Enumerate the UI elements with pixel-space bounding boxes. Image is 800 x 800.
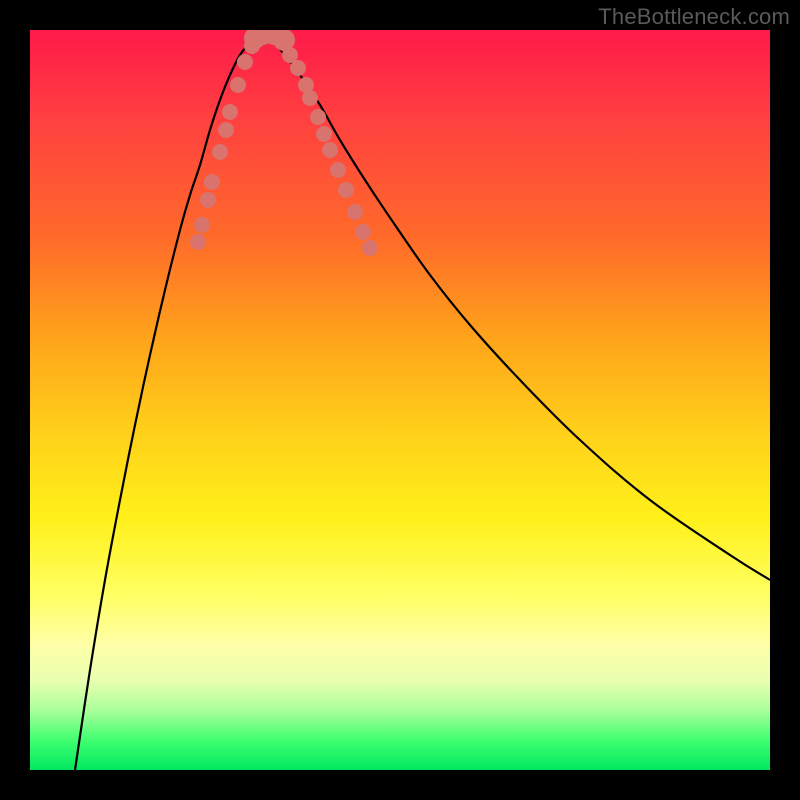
dots-left-point [230,77,246,93]
bottom-dots-point [273,30,295,51]
dots-left-point [200,192,216,208]
dots-left-point [212,144,228,160]
dots-right-point [362,240,378,256]
chart-svg [30,30,770,770]
dots-right-point [316,126,332,142]
chart-frame: TheBottleneck.com [0,0,800,800]
dots-right-point [310,109,326,125]
right-curve [260,35,770,580]
dots-right-point [355,224,371,240]
watermark-text: TheBottleneck.com [598,4,790,30]
dots-left-point [222,104,238,120]
dots-left-point [218,122,234,138]
dots-left-point [204,174,220,190]
curve-layer [75,35,770,770]
plot-area [30,30,770,770]
dots-right-point [347,204,363,220]
dots-right-point [302,90,318,106]
dots-right-point [330,162,346,178]
left-curve [75,35,260,770]
dot-layer [190,30,378,256]
dots-left-point [194,217,210,233]
dots-right-point [338,182,354,198]
dots-right-point [322,142,338,158]
dots-left-point [190,234,206,250]
dots-right-point [290,60,306,76]
dots-left-point [237,54,253,70]
